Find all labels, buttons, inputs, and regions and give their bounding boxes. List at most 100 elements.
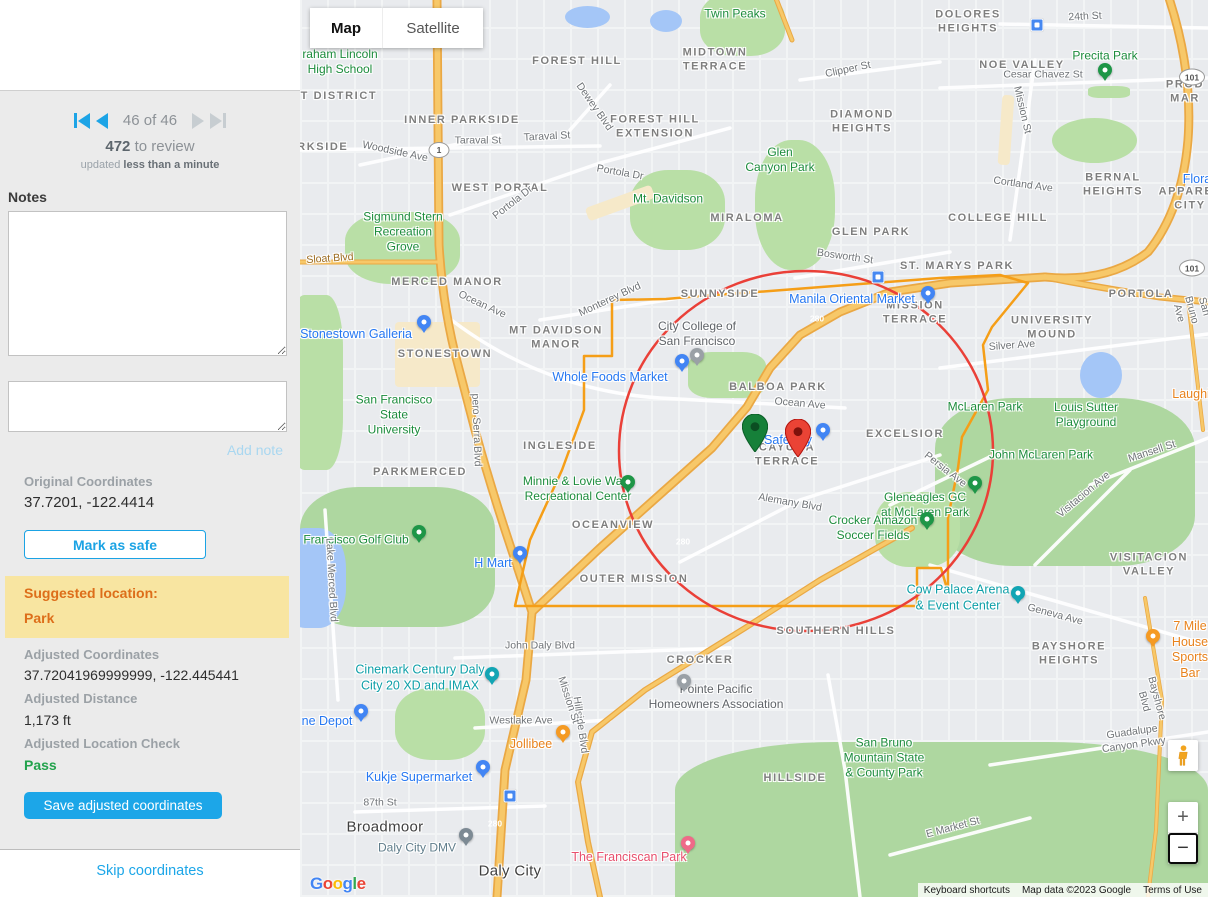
next-button[interactable] xyxy=(192,113,204,129)
park-pin[interactable] xyxy=(621,475,635,489)
park-label[interactable]: San Francisco State University xyxy=(356,393,433,438)
town-label: Broadmoor xyxy=(347,819,424,838)
poi-label[interactable]: Manila Oriental Market xyxy=(789,292,915,308)
suggested-location-label: Suggested location: xyxy=(24,585,289,601)
adjusted-distance-value: 1,173 ft xyxy=(24,712,71,728)
adjusted-location-marker[interactable] xyxy=(785,419,811,462)
zoom-in-button[interactable]: + xyxy=(1168,802,1198,833)
park-label[interactable]: Minnie & Lovie Ward Recreational Center xyxy=(523,474,633,504)
poi-label[interactable]: H Mart xyxy=(474,556,512,572)
park-label[interactable]: Mt. Davidson xyxy=(633,192,703,207)
road-label: Dewey Blvd xyxy=(573,81,616,134)
road-label: Bayshore Blvd xyxy=(1130,669,1170,732)
route-shield-icon: 280 xyxy=(671,533,695,550)
transit-station-icon[interactable] xyxy=(1031,19,1044,32)
mark-as-safe-button[interactable]: Mark as safe xyxy=(24,530,206,559)
road-label: 87th St xyxy=(363,796,396,809)
poi-label[interactable]: Jollibee xyxy=(510,737,552,753)
last-page-icon xyxy=(210,113,222,129)
poi-pin[interactable] xyxy=(681,836,695,850)
park-pin[interactable] xyxy=(1098,63,1112,77)
poi-label[interactable]: ne Depot xyxy=(302,714,353,730)
terms-of-use-link[interactable]: Terms of Use xyxy=(1137,885,1208,896)
google-logo-letter: o xyxy=(323,874,333,893)
poi-pin[interactable] xyxy=(690,348,704,362)
poi-pin[interactable] xyxy=(677,674,691,688)
poi-pin[interactable] xyxy=(1011,586,1025,600)
suggested-location-marker[interactable] xyxy=(742,414,768,457)
road-label: pero Serra Blvd xyxy=(468,393,484,466)
poi-pin[interactable] xyxy=(921,286,935,300)
keyboard-shortcuts-link[interactable]: Keyboard shortcuts xyxy=(918,885,1016,896)
map-type-satellite-button[interactable]: Satellite xyxy=(382,8,483,48)
park-label[interactable]: raham Lincoln High School xyxy=(302,47,377,77)
road-label: Cortland Ave xyxy=(992,174,1053,195)
poi-pin[interactable] xyxy=(354,704,368,718)
google-logo[interactable]: Google xyxy=(310,874,366,894)
google-logo-letter: G xyxy=(310,874,323,893)
poi-pin[interactable] xyxy=(476,760,490,774)
park-label[interactable]: Francisco Golf Club xyxy=(303,533,408,548)
poi-pin[interactable] xyxy=(485,667,499,681)
map-attribution: Keyboard shortcuts Map data ©2023 Google… xyxy=(918,883,1208,897)
poi-label[interactable]: Flora xyxy=(1183,172,1208,188)
poi-pin[interactable] xyxy=(556,725,570,739)
note-input-1[interactable] xyxy=(8,211,287,356)
poi-label[interactable]: Cinemark Century Daly City 20 XD and IMA… xyxy=(355,662,484,693)
poi-pin[interactable] xyxy=(816,423,830,437)
neighborhood-label: GLEN PARK xyxy=(832,226,910,240)
poi-label[interactable]: 7 Mile House Sports Bar xyxy=(1172,619,1208,682)
park-label[interactable]: John McLaren Park xyxy=(989,448,1093,463)
poi-pin[interactable] xyxy=(1146,629,1160,643)
pegman-control[interactable] xyxy=(1168,740,1198,771)
road-label: Woodside Ave xyxy=(361,139,429,166)
park-pin[interactable] xyxy=(968,476,982,490)
park-pin[interactable] xyxy=(920,512,934,526)
road-label: Portola Dr xyxy=(596,162,645,183)
park-label[interactable]: Louis Sutter Playground xyxy=(1054,400,1118,430)
review-sidebar: 46 of 46 472 to review updated less than… xyxy=(0,0,300,897)
park-label[interactable]: Precita Park xyxy=(1072,49,1137,64)
first-page-button[interactable] xyxy=(74,113,90,129)
poi-pin[interactable] xyxy=(459,828,473,842)
save-adjusted-coordinates-button[interactable]: Save adjusted coordinates xyxy=(24,792,222,819)
first-page-icon xyxy=(74,113,77,128)
zoom-out-button[interactable]: − xyxy=(1168,833,1198,864)
park-label[interactable]: San Bruno Mountain State & County Park xyxy=(844,736,925,781)
park-label[interactable]: Glen Canyon Park xyxy=(745,145,814,175)
neighborhood-label: MIRALOMA xyxy=(710,212,783,226)
route-shield-icon: 1 xyxy=(429,142,450,158)
park-label[interactable]: McLaren Park xyxy=(948,400,1023,415)
transit-station-icon[interactable] xyxy=(504,790,517,803)
park-pin[interactable] xyxy=(412,525,426,539)
poi-pin[interactable] xyxy=(513,546,527,560)
map-canvas[interactable]: DOLORES HEIGHTSNOE VALLEYMIDTOWN TERRACE… xyxy=(300,0,1208,897)
poi-label[interactable]: Whole Foods Market xyxy=(552,370,667,386)
poi-label[interactable]: Stonestown Galleria xyxy=(300,327,412,343)
park-label[interactable]: Twin Peaks xyxy=(704,7,765,22)
neighborhood-label: FOREST HILL xyxy=(532,55,622,69)
poi-pin[interactable] xyxy=(417,315,431,329)
poi-label[interactable]: Pointe Pacific Homeowners Association xyxy=(649,682,784,712)
poi-label[interactable]: Cow Palace Arena & Event Center xyxy=(907,582,1010,613)
poi-pin[interactable] xyxy=(675,354,689,368)
note-input-2[interactable] xyxy=(8,381,287,432)
previous-button[interactable] xyxy=(96,113,108,129)
neighborhood-label: PARKMERCED xyxy=(373,466,467,480)
zoom-control: + − xyxy=(1168,802,1198,864)
road-label: Lake Merced Blvd xyxy=(322,538,340,623)
road-label: Persia Ave xyxy=(921,449,968,490)
review-count: 472 to review xyxy=(0,138,300,155)
last-page-button[interactable] xyxy=(210,113,226,129)
poi-label[interactable]: The Franciscan Park xyxy=(571,850,686,866)
add-note-button[interactable]: Add note xyxy=(227,442,283,458)
park-label[interactable]: Crocker Amazon Soccer Fields xyxy=(829,513,918,543)
map-type-map-button[interactable]: Map xyxy=(310,8,382,48)
skip-coordinates-link[interactable]: Skip coordinates xyxy=(0,863,300,879)
transit-station-icon[interactable] xyxy=(872,271,885,284)
park-label[interactable]: Sigmund Stern Recreation Grove xyxy=(363,210,442,255)
poi-label[interactable]: City College of San Francisco xyxy=(658,319,736,349)
poi-label[interactable]: Kukje Supermarket xyxy=(366,770,472,786)
poi-label[interactable]: Laughing xyxy=(1172,387,1208,403)
poi-label[interactable]: Daly City DMV xyxy=(378,841,456,856)
